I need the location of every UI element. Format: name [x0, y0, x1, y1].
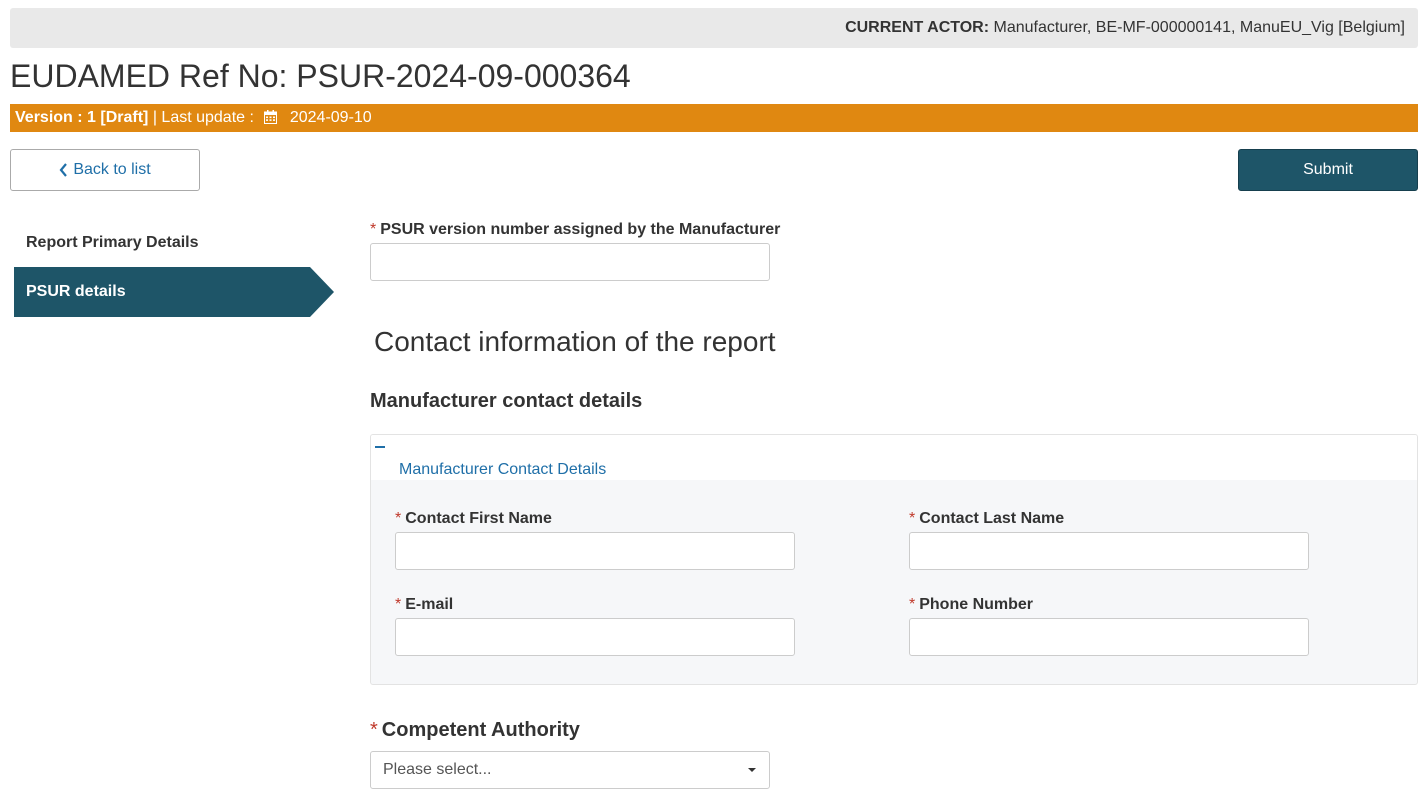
calendar-icon	[264, 110, 278, 124]
current-actor-bar: CURRENT ACTOR: Manufacturer, BE-MF-00000…	[10, 8, 1418, 48]
panel-collapse-toggle[interactable]: Manufacturer Contact Details	[371, 435, 1417, 480]
last-update-date: 2024-09-10	[289, 109, 372, 126]
phone-number-label: * Phone Number	[909, 596, 1034, 613]
back-to-list-label: Back to list	[73, 161, 151, 178]
sidebar-item-label: Report Primary Details	[26, 234, 199, 251]
competent-authority-label: * Competent Authority	[370, 719, 580, 741]
manufacturer-contact-heading: Manufacturer contact details	[370, 390, 643, 412]
page-title: EUDAMED Ref No: PSUR-2024-09-000364	[10, 58, 631, 94]
current-actor-value: Manufacturer, BE-MF-000000141, ManuEU_Vi…	[993, 19, 1405, 36]
current-actor-label: CURRENT ACTOR:	[845, 19, 990, 36]
submit-label: Submit	[1303, 161, 1353, 178]
required-marker: *	[395, 510, 402, 527]
email-input[interactable]	[395, 618, 795, 656]
psur-version-label: * PSUR version number assigned by the Man…	[370, 221, 781, 238]
sidebar-item-report-primary-details[interactable]: Report Primary Details	[26, 232, 199, 254]
contact-last-name-label: * Contact Last Name	[909, 510, 1065, 527]
required-marker: *	[370, 221, 377, 238]
back-to-list-button[interactable]: Back to list	[10, 149, 200, 191]
contact-first-name-label: * Contact First Name	[395, 510, 552, 527]
required-marker: *	[370, 719, 378, 741]
select-placeholder: Please select...	[383, 761, 492, 778]
psur-version-input[interactable]	[370, 243, 770, 281]
minus-icon	[375, 446, 385, 448]
caret-down-icon	[748, 768, 756, 772]
panel-title: Manufacturer Contact Details	[399, 461, 607, 478]
competent-authority-select[interactable]: Please select...	[370, 751, 770, 789]
phone-number-input[interactable]	[909, 618, 1309, 656]
contact-section-title: Contact information of the report	[374, 326, 776, 357]
required-marker: *	[909, 510, 916, 527]
email-label: * E-mail	[395, 596, 454, 613]
chevron-left-icon	[59, 163, 68, 177]
required-marker: *	[395, 596, 402, 613]
sidebar-item-psur-details[interactable]: PSUR details	[14, 267, 334, 317]
sidebar-item-label: PSUR details	[26, 283, 126, 300]
version-bar: Version : 1 [Draft] | Last update : 2024…	[10, 104, 1418, 132]
last-update-label: | Last update :	[152, 109, 254, 126]
required-marker: *	[909, 596, 916, 613]
submit-button[interactable]: Submit	[1238, 149, 1418, 191]
contact-last-name-input[interactable]	[909, 532, 1309, 570]
version-label: Version : 1 [Draft]	[15, 109, 149, 126]
contact-first-name-input[interactable]	[395, 532, 795, 570]
